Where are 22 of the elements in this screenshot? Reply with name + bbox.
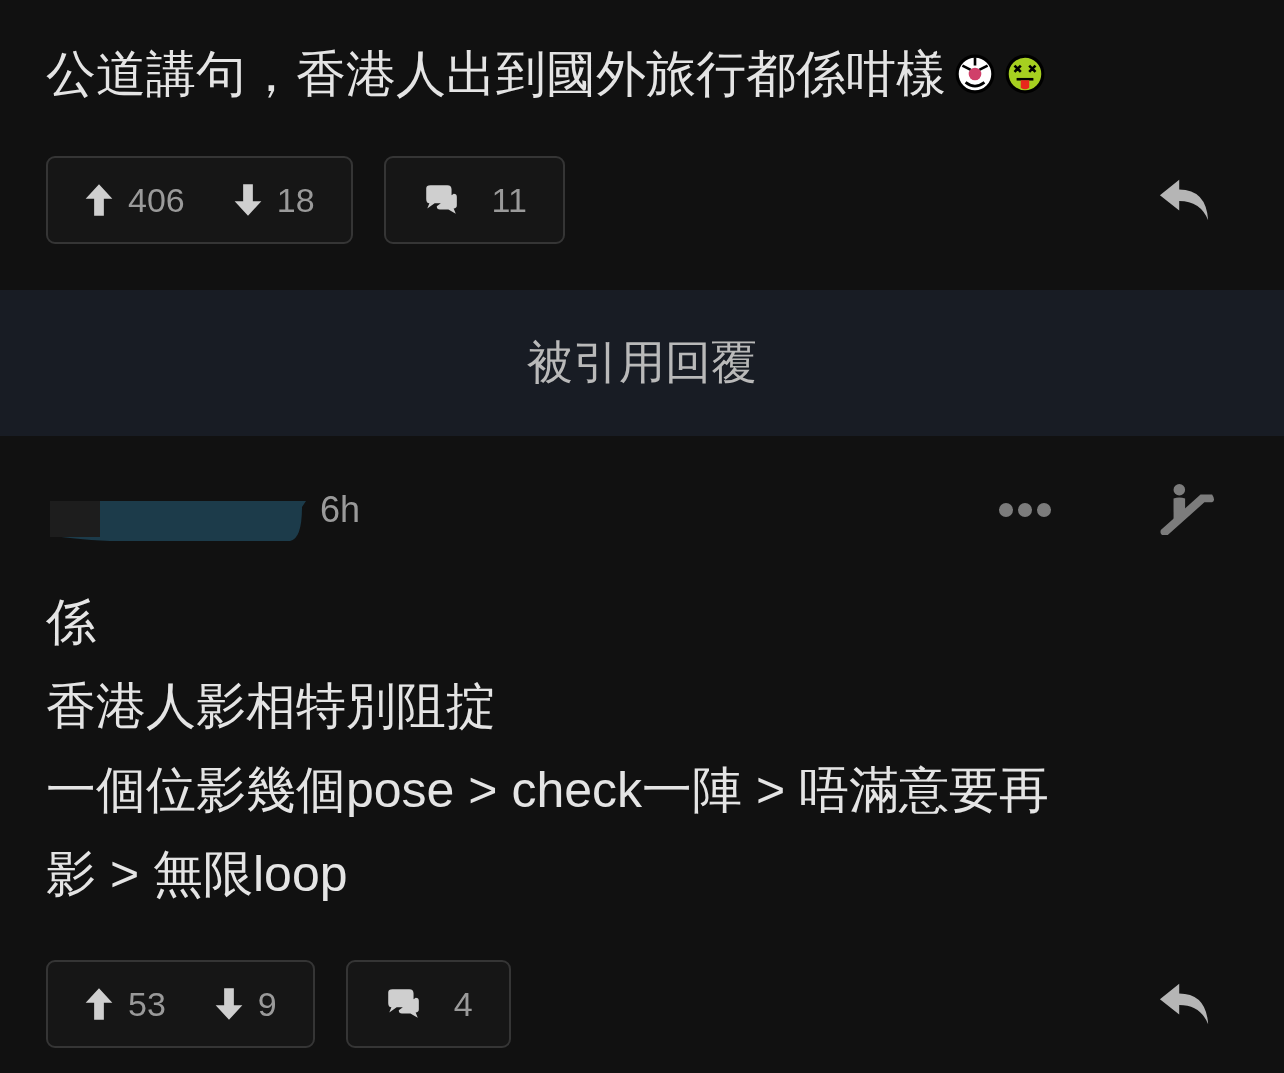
clown-emoji-icon bbox=[954, 53, 996, 95]
post-time: 6h bbox=[320, 489, 361, 531]
upvote-icon bbox=[84, 183, 114, 217]
comments-button[interactable]: 11 bbox=[383, 156, 565, 244]
comments-button[interactable]: 4 bbox=[345, 960, 511, 1048]
quoted-replies-banner[interactable]: 被引用回覆 bbox=[0, 290, 1284, 436]
downvote-icon bbox=[232, 183, 263, 217]
downvote-count: 18 bbox=[276, 180, 315, 220]
vote-button[interactable]: 406 18 bbox=[46, 156, 353, 244]
sick-face-emoji-icon bbox=[1004, 53, 1046, 95]
upvote-count: 406 bbox=[128, 180, 185, 220]
post-text-line: 一個位影幾個pose > check一陣 > 唔滿意要再 bbox=[46, 760, 1049, 820]
downvote-count: 9 bbox=[257, 984, 277, 1024]
upvote-count: 53 bbox=[128, 984, 166, 1024]
post-text-line: 香港人影相特別阻掟 bbox=[46, 676, 496, 736]
upvote-icon bbox=[84, 987, 114, 1021]
more-options-icon[interactable] bbox=[998, 502, 1052, 518]
downvote-icon bbox=[213, 987, 244, 1021]
post-text-line: 影 > 無限loop bbox=[46, 844, 348, 904]
post-text: 公道講句，香港人出到國外旅行都係咁樣 bbox=[46, 44, 946, 104]
vote-button[interactable]: 53 9 bbox=[46, 960, 315, 1048]
post-text-line: 係 bbox=[46, 592, 96, 652]
